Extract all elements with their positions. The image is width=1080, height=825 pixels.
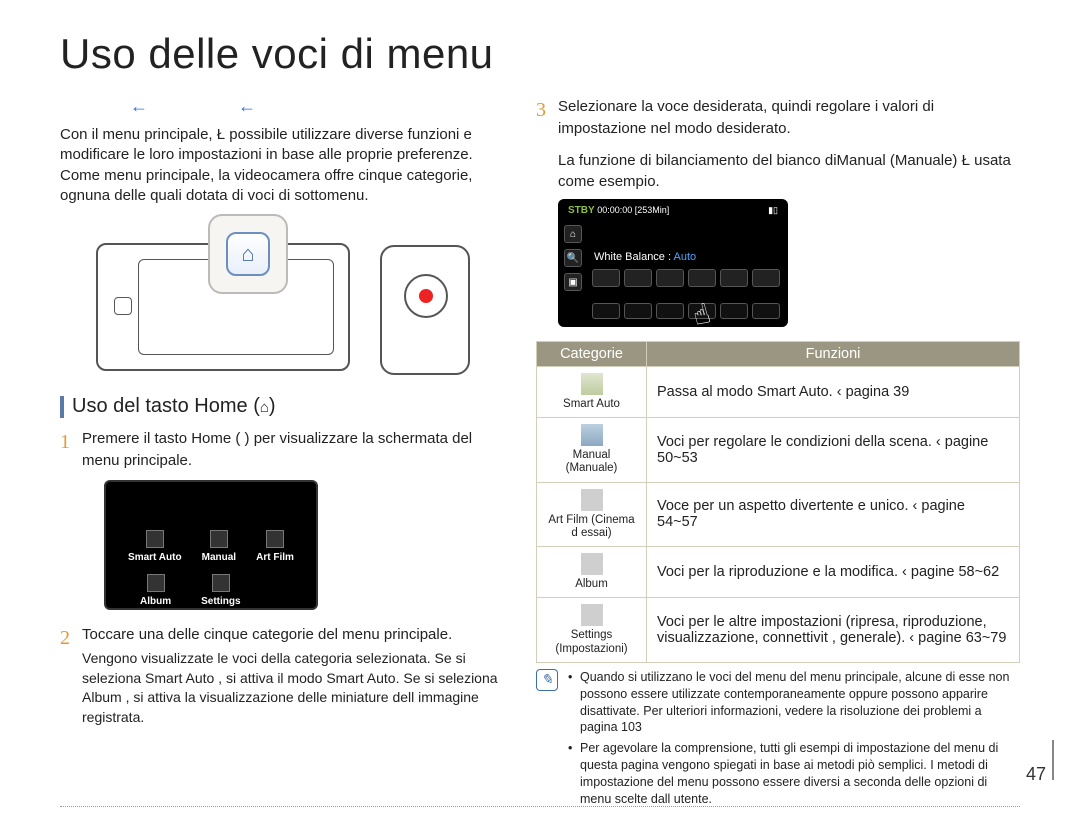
manual-page: Uso delle voci di menu ← ← Con il menu p… bbox=[0, 0, 1080, 825]
bottom-toolbar-icon bbox=[656, 303, 684, 319]
wb-option-icon bbox=[656, 269, 684, 287]
page-number-rule bbox=[1052, 740, 1054, 780]
home-menu-screenshot: Smart Auto Manual Art Film Album Setting… bbox=[104, 480, 318, 610]
cat-label: Settings (Impostazioni) bbox=[555, 629, 627, 654]
steps-list: Premere il tasto Home ( ) per visualizza… bbox=[60, 428, 500, 728]
bottom-toolbar-icon bbox=[624, 303, 652, 319]
th-categorie: Categorie bbox=[537, 342, 647, 367]
section-title: Uso del tasto Home (⌂) bbox=[72, 395, 276, 418]
note-icon: ✎ bbox=[536, 669, 558, 691]
menu-item-smartauto: Smart Auto bbox=[128, 530, 182, 566]
th-funzioni: Funzioni bbox=[647, 342, 1020, 367]
wb-option-icon bbox=[720, 269, 748, 287]
home-button-icon bbox=[114, 297, 132, 315]
section-arrows: ← ← bbox=[60, 96, 500, 117]
section-heading: Uso del tasto Home (⌂) bbox=[60, 395, 500, 418]
home-icon: ⌂ bbox=[260, 399, 269, 416]
bottom-rule bbox=[60, 806, 1020, 807]
note-text: Quando si utilizzano le voci del menu de… bbox=[568, 669, 1020, 737]
step-2: Toccare una delle cinque categorie del m… bbox=[60, 624, 500, 728]
playback-icon: ▣ bbox=[564, 273, 582, 291]
arrow-left-icon: ← bbox=[130, 96, 148, 117]
menu-item-album: Album bbox=[140, 574, 171, 610]
arrow-left-icon: ← bbox=[238, 96, 256, 117]
right-column: Selezionare la voce desiderata, quindi r… bbox=[536, 96, 1020, 812]
home-icon: ⌂ bbox=[564, 225, 582, 243]
section-title-text: Uso del tasto Home ( bbox=[72, 395, 260, 417]
table-row: Art Film (Cinema d essai) Voce per un as… bbox=[537, 482, 1020, 546]
home-button-callout: ⌂ bbox=[208, 214, 288, 294]
fun-text: Voci per la riproduzione e la modifica. … bbox=[647, 547, 1020, 598]
step-3-subtext: La funzione di bilanciamento del bianco … bbox=[536, 150, 1020, 194]
remaining-time: [253Min] bbox=[635, 205, 670, 215]
fun-text: Passa al modo Smart Auto. ‹ pagina 39 bbox=[647, 367, 1020, 418]
left-column: ← ← Con il menu principale, Ł possibile … bbox=[60, 96, 500, 812]
art-film-icon bbox=[581, 489, 603, 511]
note-text: Per agevolare la comprensione, tutti gli… bbox=[568, 740, 1020, 808]
table-row: Album Voci per la riproduzione e la modi… bbox=[537, 547, 1020, 598]
categories-table: Categorie Funzioni Smart Auto Passa al m… bbox=[536, 341, 1020, 663]
menu-item-artfilm: Art Film bbox=[256, 530, 294, 566]
step-2-text: Toccare una delle cinque categorie del m… bbox=[82, 626, 452, 643]
cat-label: Smart Auto bbox=[563, 398, 620, 410]
menu-item-manual: Manual bbox=[202, 530, 236, 566]
smart-auto-icon bbox=[581, 373, 603, 395]
section-title-suffix: ) bbox=[269, 395, 276, 417]
camcorder-illustration: ⌂ bbox=[60, 220, 500, 375]
heading-bar-icon bbox=[60, 396, 64, 418]
table-row: Smart Auto Passa al modo Smart Auto. ‹ p… bbox=[537, 367, 1020, 418]
fun-text: Voci per le altre impostazioni (ripresa,… bbox=[647, 598, 1020, 662]
cat-label: Manual (Manuale) bbox=[566, 449, 618, 474]
page-title: Uso delle voci di menu bbox=[60, 30, 1020, 78]
wb-option-icon bbox=[688, 269, 716, 287]
bottom-toolbar-icon bbox=[752, 303, 780, 319]
wb-label: White Balance : Auto bbox=[594, 251, 696, 263]
cat-label: Art Film (Cinema d essai) bbox=[548, 514, 634, 539]
table-row: Settings (Impostazioni) Voci per le altr… bbox=[537, 598, 1020, 662]
record-dot-icon bbox=[419, 289, 433, 303]
manual-icon bbox=[581, 424, 603, 446]
table-row: Manual (Manuale) Voci per regolare le co… bbox=[537, 418, 1020, 482]
settings-icon bbox=[581, 604, 603, 626]
zoom-icon: 🔍 bbox=[564, 249, 582, 267]
step-3: Selezionare la voce desiderata, quindi r… bbox=[536, 96, 1020, 140]
album-icon bbox=[581, 553, 603, 575]
bottom-toolbar-icon bbox=[592, 303, 620, 319]
menu-item-settings: Settings bbox=[201, 574, 240, 610]
fun-text: Voci per regolare le condizioni della sc… bbox=[647, 418, 1020, 482]
step-1: Premere il tasto Home ( ) per visualizza… bbox=[60, 428, 500, 610]
elapsed-time: 00:00:00 bbox=[597, 205, 632, 215]
intro-text: Con il menu principale, Ł possibile util… bbox=[60, 125, 500, 206]
page-number: 47 bbox=[1026, 764, 1046, 785]
home-icon: ⌂ bbox=[226, 232, 270, 276]
white-balance-screenshot: STBY 00:00:00 [253Min] ▮▯ ⌂ 🔍 ▣ White Ba… bbox=[558, 199, 788, 327]
step-2-subtext: Vengono visualizzate le voci della categ… bbox=[82, 649, 500, 727]
columns: ← ← Con il menu principale, Ł possibile … bbox=[60, 96, 1020, 812]
step-1-text: Premere il tasto Home ( ) per visualizza… bbox=[82, 430, 472, 469]
wb-option-icon bbox=[592, 269, 620, 287]
wb-option-icon bbox=[624, 269, 652, 287]
stby-label: STBY bbox=[568, 205, 595, 216]
step-3-text: Selezionare la voce desiderata, quindi r… bbox=[558, 98, 934, 137]
bottom-toolbar-icon bbox=[720, 303, 748, 319]
touch-hand-icon: ☝︎ bbox=[689, 296, 714, 332]
notes-block: ✎ Quando si utilizzano le voci del menu … bbox=[536, 669, 1020, 812]
battery-icon: ▮▯ bbox=[768, 205, 778, 216]
fun-text: Voce per un aspetto divertente e unico. … bbox=[647, 482, 1020, 546]
cat-label: Album bbox=[575, 578, 608, 590]
wb-option-icon bbox=[752, 269, 780, 287]
